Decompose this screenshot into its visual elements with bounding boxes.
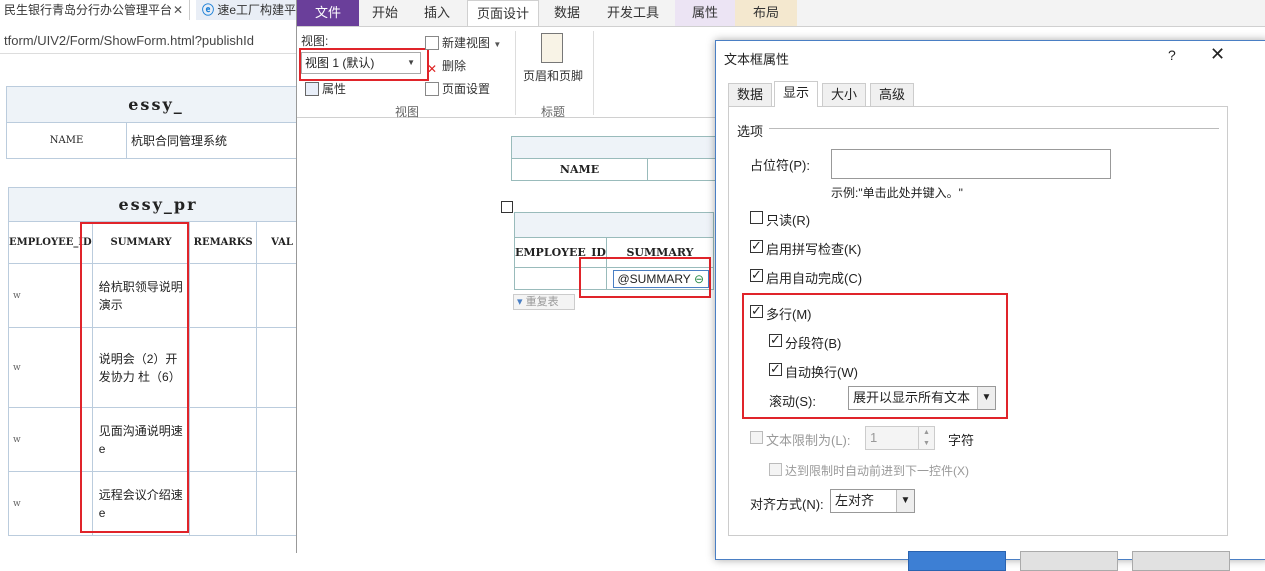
group-separator [515,31,516,115]
align-select[interactable]: 左对齐 ▼ [830,489,915,513]
page-setup-button[interactable]: 页面设置 [425,80,490,97]
properties-label: 属性 [322,82,347,96]
placeholder-input[interactable] [831,149,1111,179]
name-value[interactable]: 杭职合同管理系统 [126,122,306,159]
close-icon[interactable]: ✕ [173,0,183,20]
tab-advanced[interactable]: 高级 [870,83,915,107]
browser-tab-2[interactable]: ⓔ 速e工厂构建平台 [196,0,300,20]
apply-button[interactable] [1132,551,1230,571]
autocomplete-checkbox[interactable] [750,267,763,283]
dialog-title: 文本框属性 [724,52,790,67]
close-icon[interactable]: ✕ [1210,44,1225,65]
spellcheck-label: 启用拼写检查(K) [766,242,862,257]
highlight-summary-field [579,257,711,298]
advance-label: 达到限制时自动前进到下一控件(X) [785,464,969,478]
autocomplete-label: 启用自动完成(C) [766,271,863,286]
browser-tab-1[interactable]: 民生银行青岛分行办公管理平台 ✕ [0,0,190,20]
tab-label: 民生银行青岛分行办公管理平台 [4,3,173,17]
new-view-icon [425,36,439,50]
new-view-button[interactable]: 新建视图 ▼ [425,34,501,51]
form-name-table: essy_ NAME 杭职合同管理系统 [6,86,306,159]
placeholder-example: 示例:"单击此处并键入。" [831,186,963,200]
group-separator [593,31,594,115]
repeat-table-label: 重复表 [525,296,559,308]
new-view-label: 新建视图 [442,36,491,50]
chevron-down-icon: ▼ [896,490,914,512]
tab-developer[interactable]: 开发工具 [595,0,671,26]
canvas-name-label: NAME [511,158,648,181]
tab-display[interactable]: 显示 [774,81,819,107]
tab-properties[interactable]: 属性 [675,0,735,26]
display-tab-panel: 选项 占位符(P): 示例:"单击此处并键入。" 只读(R) 启用拼写检查(K)… [728,106,1228,536]
tab-file[interactable]: 文件 [297,0,359,26]
readonly-checkbox[interactable] [750,211,763,224]
ribbon-tabs: 文件 开始 插入 页面设计 数据 开发工具 属性 布局 [297,0,1265,26]
delete-button[interactable]: ✕ 删除 [425,57,466,76]
properties-icon [305,82,319,96]
highlight-summary-column [80,222,189,533]
tab-size[interactable]: 大小 [822,83,867,107]
header-footer-button[interactable]: 页眉和页脚 [523,67,583,84]
repeat-table-tag[interactable]: ▾ 重复表 [513,294,575,310]
tab-insert[interactable]: 插入 [411,0,463,26]
column-header-remarks: REMARKS [189,221,258,264]
e-logo-icon: ⓔ [202,3,215,17]
limit-checkbox[interactable] [750,431,763,444]
remarks-cell[interactable] [189,407,258,472]
page-setup-label: 页面设置 [442,82,491,96]
tab-label: 速e工厂构建平台 [217,3,300,17]
ok-button[interactable] [908,551,1006,571]
canvas-name-table: NAME [511,136,731,181]
advance-checkbox[interactable] [769,463,782,476]
spinner-arrows-icon[interactable]: ▲ ▼ [918,427,934,449]
delete-icon: ✕ [426,62,438,76]
tab-home[interactable]: 开始 [359,0,411,26]
form-title: essy_ [6,86,306,123]
group-label-title: 标题 [540,105,565,119]
address-bar[interactable]: tform/UIV2/Form/ShowForm.html?publishId [0,28,300,54]
remarks-cell[interactable] [189,471,258,536]
properties-button[interactable]: 属性 [305,80,346,97]
table-select-handle[interactable] [501,201,513,213]
tab-layout[interactable]: 布局 [735,0,797,26]
tab-data[interactable]: 数据 [728,83,773,107]
remarks-cell[interactable] [189,327,258,408]
browser-window: 民生银行青岛分行办公管理平台 ✕ ⓔ 速e工厂构建平台 tform/UIV2/F… [0,0,308,553]
page-setup-icon [425,82,439,96]
view-label: 视图: [301,34,329,48]
cancel-button[interactable] [1020,551,1118,571]
help-button[interactable]: ? [1168,47,1176,63]
tab-data[interactable]: 数据 [543,0,591,26]
readonly-label: 只读(R) [766,213,811,228]
limit-label: 文本限制为(L): [766,433,851,448]
group-label-view: 视图 [394,105,419,119]
chevron-down-icon: ▼ [493,40,502,49]
header-footer-icon [541,33,563,63]
tab-page-design[interactable]: 页面设计 [467,0,539,26]
textbox-properties-dialog: 文本框属性 ? ✕ 数据 显示 大小 高级 选项 占位符(P): 示例:"单击此… [715,40,1265,571]
highlight-multiline-options [742,293,1008,419]
delete-label: 删除 [442,59,467,73]
placeholder-label: 占位符(P): [750,158,810,173]
chevron-down-icon: ▾ [517,296,523,308]
name-label: NAME [6,122,127,159]
section-divider [769,128,1219,129]
remarks-cell[interactable] [189,263,258,328]
highlight-view-select [299,48,429,81]
limit-unit: 字符 [948,433,975,448]
table-title: essy_pr [8,187,308,222]
align-label: 对齐方式(N): [750,497,824,512]
limit-value: 1 [870,430,878,445]
options-section-title: 选项 [737,124,764,139]
spellcheck-checkbox[interactable] [750,238,763,254]
align-select-value: 左对齐 [835,493,875,508]
limit-stepper[interactable]: 1 ▲ ▼ [865,426,935,450]
